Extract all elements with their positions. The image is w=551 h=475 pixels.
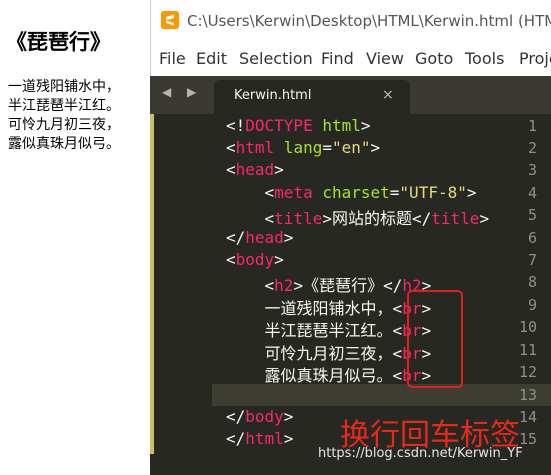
line-number: 7: [527, 251, 537, 269]
code-line-9[interactable]: 一道残阳铺水中，<br>: [226, 295, 432, 319]
line-number: 3: [527, 161, 537, 179]
menu-tools[interactable]: Tools: [465, 49, 504, 68]
line-number: 9: [527, 296, 537, 314]
tab-nav-arrows-icon[interactable]: ◀ ▶: [162, 85, 202, 99]
tab-close-icon[interactable]: ×: [382, 87, 394, 103]
code-line-8[interactable]: <h2>《琵琶行》</h2>: [226, 272, 432, 296]
sublime-app-icon: [161, 11, 179, 29]
watermark: https://blog.csdn.net/Kerwin_YF: [318, 446, 523, 461]
window-title: C:\Users\Kerwin\Desktop\HTML\Kerwin.html…: [187, 12, 551, 30]
tab-bar: ◀ ▶ Kerwin.html ×: [150, 76, 551, 114]
code-line-3[interactable]: <head>: [226, 160, 284, 179]
menu-file[interactable]: File: [159, 49, 186, 68]
line-number: 8: [527, 273, 537, 291]
code-line-11[interactable]: 可怜九月初三夜，<br>: [226, 340, 432, 364]
line-number: 2: [527, 139, 537, 157]
line-gutter: [150, 114, 212, 475]
menu-bar: File Edit Selection Find View Goto Tools…: [150, 40, 551, 76]
code-line-12[interactable]: 露似真珠月似弓。<br>: [226, 362, 432, 386]
editor-window: C:\Users\Kerwin\Desktop\HTML\Kerwin.html…: [150, 0, 551, 475]
modified-lines-marker: [150, 114, 154, 454]
br-tags-highlight-box: [407, 290, 463, 388]
code-line-4[interactable]: <meta charset="UTF-8">: [226, 183, 477, 202]
line-number: 6: [527, 229, 537, 247]
preview-line: 露似真珠月似弓。: [8, 136, 120, 152]
preview-line: 一道残阳铺水中，: [8, 79, 120, 95]
preview-heading: 《琵琶行》: [6, 30, 111, 54]
line-number: 11: [518, 341, 537, 359]
code-line-6[interactable]: </head>: [226, 228, 293, 247]
line-number: 13: [518, 386, 537, 404]
code-line-5[interactable]: <title>网站的标题</title>: [226, 205, 490, 229]
tab-kerwin-html[interactable]: Kerwin.html ×: [214, 80, 410, 114]
preview-line: 可怜九月初三夜，: [8, 117, 120, 133]
menu-find[interactable]: Find: [321, 49, 354, 68]
line-number: 4: [527, 184, 537, 202]
tab-label: Kerwin.html: [234, 88, 312, 103]
menu-view[interactable]: View: [366, 49, 404, 68]
line-number: 5: [527, 206, 537, 224]
code-line-15[interactable]: </html>: [226, 429, 293, 448]
code-line-1[interactable]: <!DOCTYPE html>: [226, 116, 371, 135]
browser-preview: 《琵琶行》 一道残阳铺水中， 半江琵琶半江红。 可怜九月初三夜， 露似真珠月似弓…: [0, 0, 150, 475]
code-line-10[interactable]: 半江琵琶半江红。<br>: [226, 317, 432, 341]
code-line-14[interactable]: </body>: [226, 407, 293, 426]
preview-line: 半江琵琶半江红。: [8, 98, 120, 114]
menu-project[interactable]: Proje: [519, 49, 551, 68]
preview-poem: 一道残阳铺水中， 半江琵琶半江红。 可怜九月初三夜， 露似真珠月似弓。: [8, 78, 120, 154]
menu-goto[interactable]: Goto: [415, 49, 453, 68]
line-number: 10: [518, 318, 537, 336]
line-number: 1: [527, 117, 537, 135]
menu-edit[interactable]: Edit: [196, 49, 227, 68]
code-line-2[interactable]: <html lang="en">: [226, 138, 380, 157]
window-titlebar[interactable]: C:\Users\Kerwin\Desktop\HTML\Kerwin.html…: [150, 0, 551, 40]
line-number: 12: [518, 363, 537, 381]
code-line-7[interactable]: <body>: [226, 250, 284, 269]
menu-selection[interactable]: Selection: [239, 49, 313, 68]
